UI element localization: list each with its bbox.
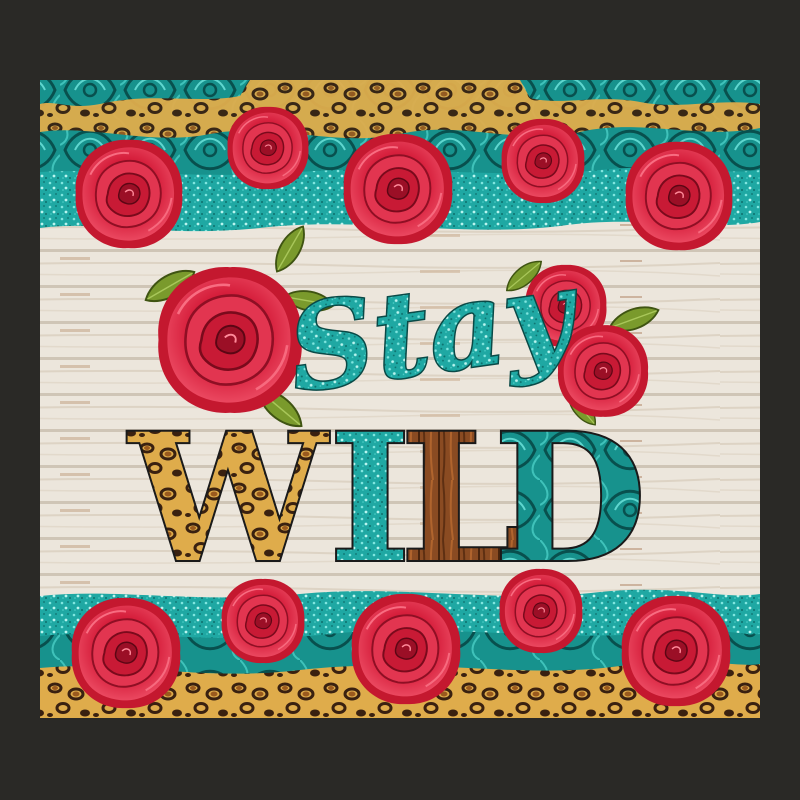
rose-bottom-1 <box>70 596 182 710</box>
block-letter-d: D <box>494 395 647 602</box>
block-word: W ILD <box>125 393 648 604</box>
rose-top-3 <box>342 132 454 246</box>
rose-top-4 <box>500 118 586 204</box>
rose-top-1 <box>74 138 184 250</box>
design-canvas: Stay W ILD <box>40 80 760 718</box>
rose-top-5 <box>624 140 734 252</box>
block-letter-w: W <box>127 395 329 602</box>
rose-bottom-3 <box>350 592 462 706</box>
rose-bottom-5 <box>620 594 732 708</box>
rose-top-2 <box>226 106 310 190</box>
block-letter-i: I <box>329 395 411 602</box>
tumbler-wrap-design: Stay WILD <box>0 0 800 800</box>
